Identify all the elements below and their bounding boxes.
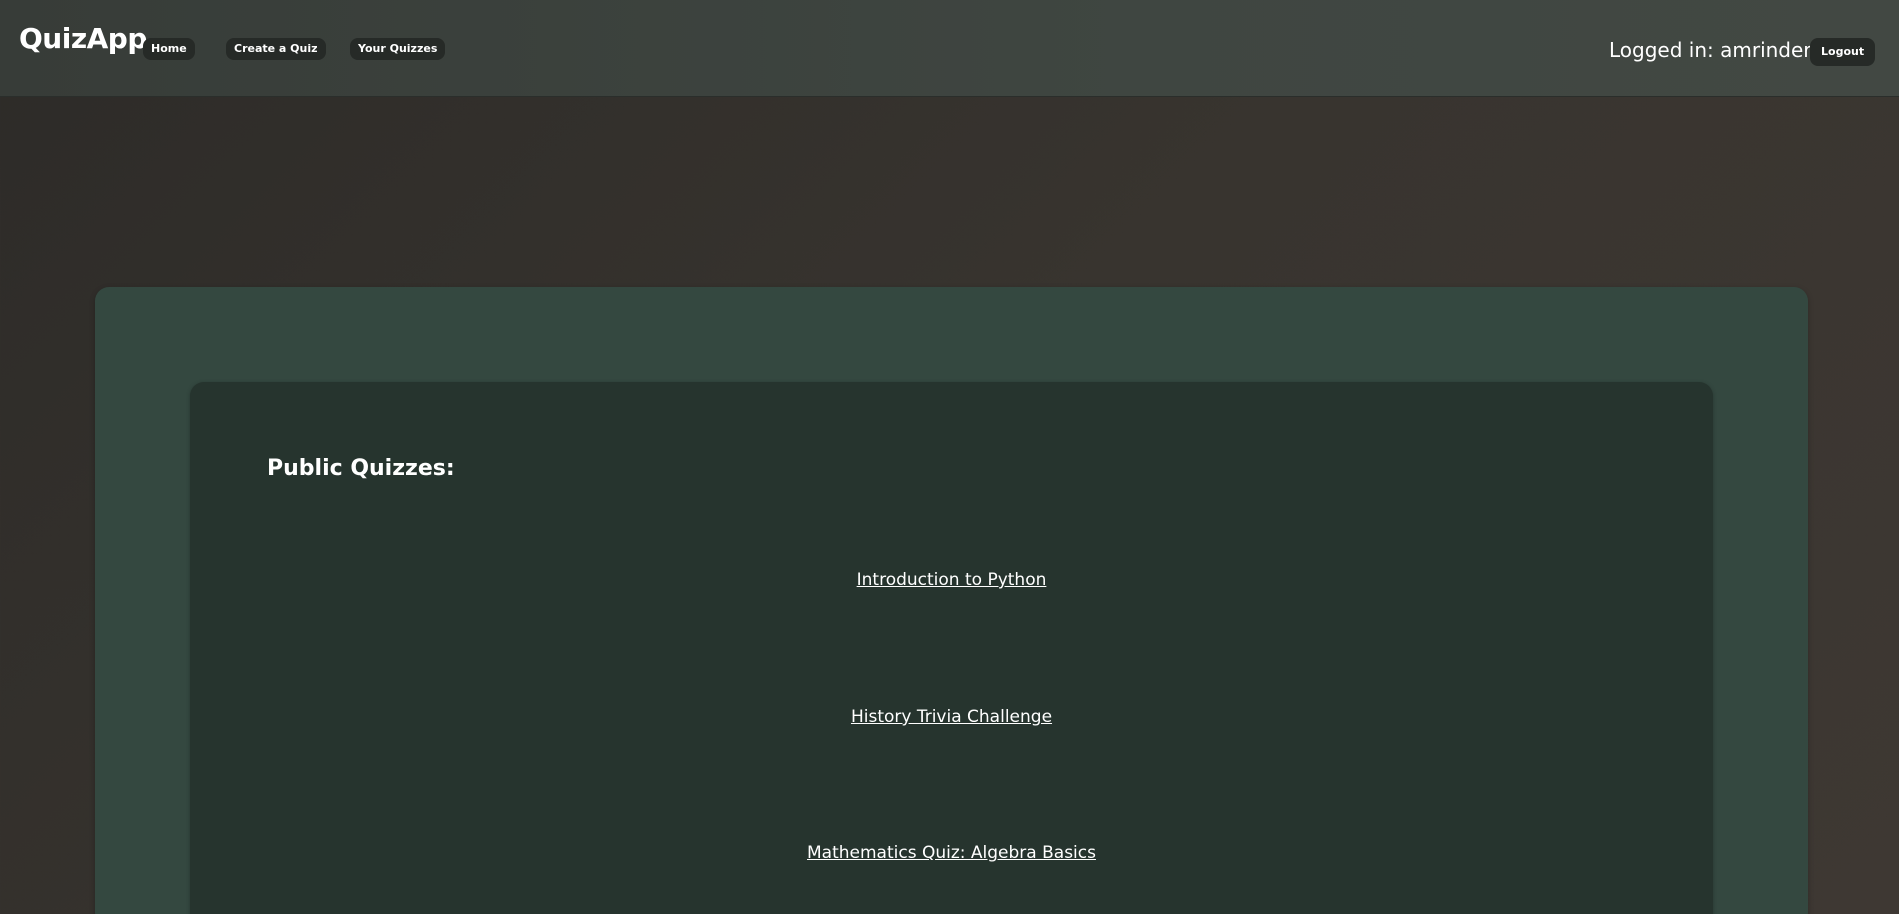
logout-button[interactable]: Logout	[1810, 38, 1876, 66]
nav-home-link[interactable]: Home	[143, 38, 195, 60]
logged-in-status: Logged in: amrinder	[1609, 38, 1812, 62]
nav-create-quiz-link[interactable]: Create a Quiz	[226, 38, 326, 60]
quiz-link-introduction-to-python[interactable]: Introduction to Python	[190, 570, 1713, 590]
brand-logo-text[interactable]: QuizApp	[19, 22, 147, 55]
outer-content-panel: Public Quizzes: Introduction to Python H…	[95, 287, 1808, 914]
section-title: Public Quizzes:	[267, 456, 455, 481]
public-quizzes-panel: Public Quizzes: Introduction to Python H…	[190, 382, 1713, 914]
nav-your-quizzes-link[interactable]: Your Quizzes	[350, 38, 446, 60]
quiz-link-history-trivia-challenge[interactable]: History Trivia Challenge	[190, 707, 1713, 727]
quiz-link-mathematics-algebra-basics[interactable]: Mathematics Quiz: Algebra Basics	[190, 843, 1713, 863]
top-navbar: QuizApp Home Create a Quiz Your Quizzes …	[0, 0, 1899, 97]
